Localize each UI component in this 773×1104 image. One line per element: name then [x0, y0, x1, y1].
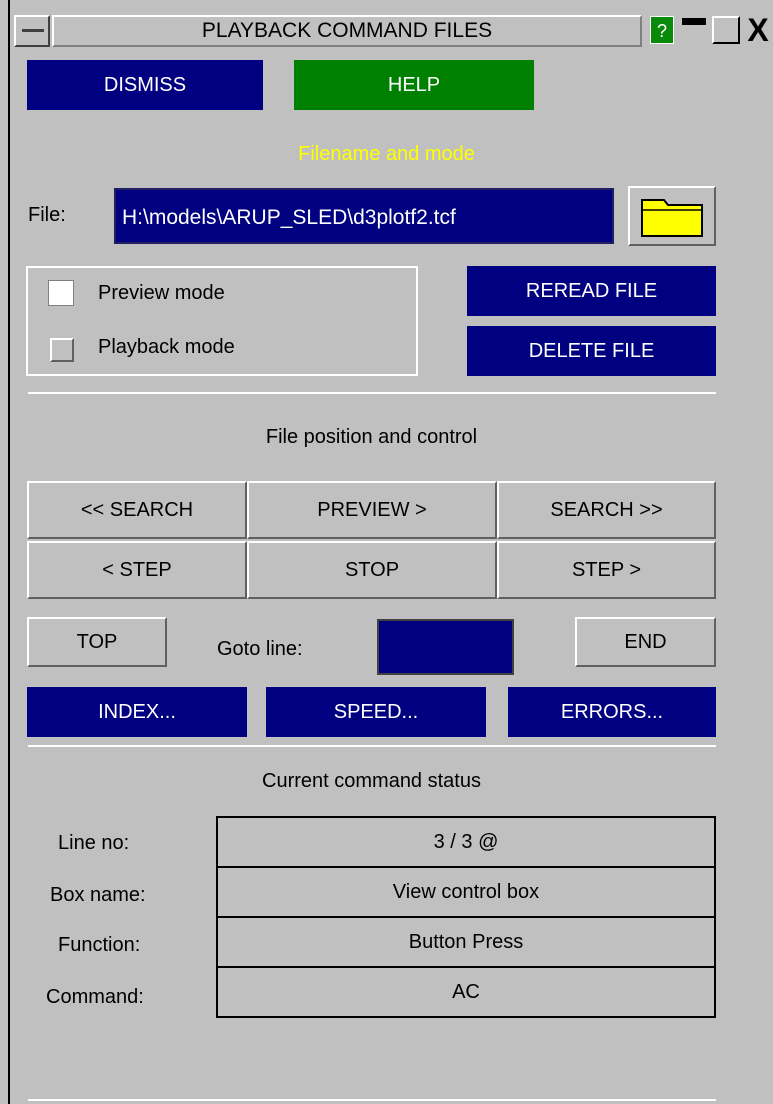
section-divider: [28, 392, 716, 394]
help-icon[interactable]: ?: [650, 16, 674, 44]
close-icon[interactable]: X: [743, 14, 773, 46]
status-label-box: Box name:: [50, 884, 146, 906]
section-divider: [28, 1099, 716, 1101]
stop-button[interactable]: STOP: [247, 541, 497, 599]
preview-mode-label: Preview mode: [98, 282, 225, 304]
preview-mode-checkbox[interactable]: [48, 280, 74, 306]
status-value-line: 3 / 3 @: [216, 816, 716, 868]
maximize-button[interactable]: [712, 16, 740, 44]
goto-line-input[interactable]: [377, 619, 514, 675]
goto-line-label: Goto line:: [217, 638, 303, 660]
reread-file-button[interactable]: REREAD FILE: [467, 266, 716, 316]
minimize-icon: [682, 18, 706, 25]
status-label-line: Line no:: [58, 832, 130, 854]
delete-file-button[interactable]: DELETE FILE: [467, 326, 716, 376]
playback-mode-label: Playback mode: [98, 336, 235, 358]
folder-icon: [641, 199, 703, 237]
speed-button[interactable]: SPEED...: [266, 687, 486, 737]
search-forward-button[interactable]: SEARCH >>: [497, 481, 716, 539]
preview-button[interactable]: PREVIEW >: [247, 481, 497, 539]
status-label-command: Command:: [46, 986, 144, 1008]
section-heading-filename: Filename and mode: [298, 143, 475, 165]
dismiss-button[interactable]: DISMISS: [27, 60, 263, 110]
status-value-box: View control box: [216, 866, 716, 918]
step-back-button[interactable]: < STEP: [27, 541, 247, 599]
status-label-function: Function:: [58, 934, 141, 956]
status-value-function: Button Press: [216, 916, 716, 968]
window-title: PLAYBACK COMMAND FILES: [52, 15, 642, 47]
top-button[interactable]: TOP: [27, 617, 167, 667]
step-forward-button[interactable]: STEP >: [497, 541, 716, 599]
browse-folder-button[interactable]: [628, 186, 716, 246]
menu-bar-icon: [22, 29, 44, 32]
section-divider: [28, 745, 716, 747]
file-path-field[interactable]: H:\models\ARUP_SLED\d3plotf2.tcf: [114, 188, 614, 244]
mode-group: Preview mode Playback mode: [26, 266, 418, 376]
section-heading-status: Current command status: [262, 770, 481, 792]
system-menu-button[interactable]: [14, 15, 50, 47]
file-label: File:: [28, 204, 66, 226]
end-button[interactable]: END: [575, 617, 716, 667]
status-value-command: AC: [216, 966, 716, 1018]
index-button[interactable]: INDEX...: [27, 687, 247, 737]
search-back-button[interactable]: << SEARCH: [27, 481, 247, 539]
section-heading-control: File position and control: [265, 426, 478, 448]
minimize-button[interactable]: [680, 16, 708, 44]
errors-button[interactable]: ERRORS...: [508, 687, 716, 737]
help-button[interactable]: HELP: [294, 60, 534, 110]
playback-mode-checkbox[interactable]: [50, 338, 74, 362]
title-bar: PLAYBACK COMMAND FILES ? X: [12, 12, 773, 50]
